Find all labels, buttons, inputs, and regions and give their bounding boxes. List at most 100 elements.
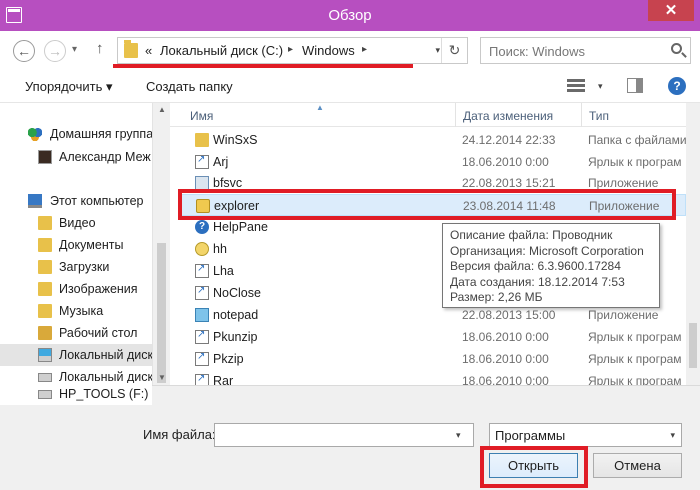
sidebar-item-label: Локальный диск [59,348,152,362]
sidebar-item-this-pc[interactable]: Этот компьютер [0,190,152,212]
tooltip-company: Организация: Microsoft Corporation [450,243,644,258]
sidebar-item-label: Загрузки [59,260,110,274]
tooltip-size: Размер: 2,26 МБ [450,290,543,304]
annotation-underline [113,64,413,68]
file-type: Ярлык к програм [588,155,682,169]
notepad-icon [195,308,209,322]
breadcrumb-separator-icon[interactable]: ▸ [288,44,293,55]
file-row[interactable]: Pkzip 18.06.2010 0:00 Ярлык к програм [180,348,686,370]
forward-button[interactable]: → [44,40,66,62]
column-type[interactable]: Тип [589,109,609,123]
file-row[interactable]: Pkunzip 18.06.2010 0:00 Ярлык к програм [180,326,686,348]
file-type: Папка с файлами [588,133,686,147]
title-bar: Обзор ✕ [0,0,700,31]
column-divider[interactable] [581,103,582,127]
sidebar-item-label: Домашняя группа [50,127,152,141]
preview-pane-icon[interactable] [627,78,643,93]
column-divider[interactable] [455,103,456,127]
file-date: 18.06.2010 0:00 [462,374,549,385]
up-button[interactable]: ↑ [96,40,104,57]
file-row[interactable]: Rar 18.06.2010 0:00 Ярлык к програм [180,370,686,385]
refresh-button[interactable]: ↻ [441,38,467,63]
file-name: HelpPane [213,220,268,234]
back-button[interactable]: ← [13,40,35,62]
sidebar-item-label: Видео [59,216,96,230]
sidebar-item-homegroup[interactable]: Домашняя группа [0,123,152,145]
file-list-scrollbar[interactable] [686,103,700,385]
filename-input[interactable] [214,423,474,447]
tooltip-created: Дата создания: 18.12.2014 7:53 [450,274,625,289]
file-type: Приложение [588,176,659,190]
file-type: Приложение [588,308,659,322]
tooltip-description: Описание файла: Проводник [450,228,613,242]
file-name: NoClose [213,286,261,300]
sidebar-item-local-disk-c[interactable]: Локальный диск [0,344,152,366]
help-icon: ? [195,220,209,234]
column-name[interactable]: Имя [190,109,213,123]
breadcrumb-windows[interactable]: Windows [302,43,355,58]
view-dropdown-icon[interactable]: ▾ [598,81,603,92]
breadcrumb-separator-icon[interactable]: ▸ [362,44,367,55]
view-icon[interactable] [567,79,585,93]
close-button[interactable]: ✕ [648,0,694,21]
sidebar-item-video[interactable]: Видео [0,212,152,234]
sidebar-item-label: Музыка [59,304,104,318]
file-type-filter-value: Программы [495,428,566,443]
breadcrumb-overflow[interactable]: « [145,43,152,58]
address-bar[interactable]: « Локальный диск (C:) ▸ Windows ▸ ▾ ↻ [117,37,468,64]
file-name: Pkzip [213,352,244,366]
desktop-folder-icon [38,326,52,340]
file-date: 22.08.2013 15:21 [462,176,556,190]
chevron-down-icon[interactable]: ▾ [670,430,675,441]
cancel-button[interactable]: Отмена [593,453,682,478]
file-row[interactable]: WinSxS 24.12.2014 22:33 Папка с файлами [180,129,686,151]
sidebar-item-music[interactable]: Музыка [0,300,152,322]
scroll-up-icon[interactable]: ▲ [153,105,171,114]
new-folder-button[interactable]: Создать папку [146,79,233,94]
drive-icon [38,348,52,362]
hh-icon [195,242,209,256]
search-icon[interactable] [671,43,682,54]
folder-icon [195,133,209,147]
filename-dropdown-icon[interactable]: ▾ [456,430,461,441]
file-name: WinSxS [213,133,258,147]
breadcrumb-local-disk[interactable]: Локальный диск (C:) [160,43,283,58]
annotation-box [178,189,676,220]
folder-icon [124,40,138,58]
sidebar-item-label: Александр Меж [59,150,151,164]
file-name: notepad [213,308,259,322]
file-date: 18.06.2010 0:00 [462,330,549,344]
shortcut-icon [195,329,209,344]
file-row[interactable]: Arj 18.06.2010 0:00 Ярлык к програм [180,151,686,173]
help-icon[interactable]: ? [668,77,686,95]
search-box[interactable]: Поиск: Windows [480,37,691,64]
file-date: 22.08.2013 15:00 [462,308,556,322]
sidebar-item-documents[interactable]: Документы [0,234,152,256]
sidebar-item-pictures[interactable]: Изображения [0,278,152,300]
file-name: Pkunzip [213,330,258,344]
scroll-thumb[interactable] [157,243,166,383]
scroll-thumb[interactable] [689,323,697,368]
file-type-filter[interactable]: Программы ▾ [489,423,682,447]
sidebar-item-user[interactable]: Александр Меж [0,146,152,168]
sidebar-scrollbar[interactable]: ▲ ▼ [152,103,170,385]
column-header: ▲ Имя Дата изменения Тип [170,103,686,127]
scroll-down-icon[interactable]: ▼ [153,373,171,382]
file-name: Lha [213,264,234,278]
recent-locations-button[interactable]: ▾ [72,44,77,55]
file-date: 24.12.2014 22:33 [462,133,556,147]
sidebar-item-label: Изображения [59,282,138,296]
sidebar-item-label: Рабочий стол [59,326,138,340]
column-date[interactable]: Дата изменения [463,109,553,123]
tooltip-version: Версия файла: 6.3.9600.17284 [450,259,621,273]
sidebar-item-label: HP_TOOLS (F:) [59,387,149,401]
address-dropdown-icon[interactable]: ▾ [435,45,440,56]
sidebar-item-downloads[interactable]: Загрузки [0,256,152,278]
sidebar-item-desktop[interactable]: Рабочий стол [0,322,152,344]
shortcut-icon [195,154,209,169]
organize-button[interactable]: Упорядочить ▾ [25,79,113,95]
drive-icon [38,390,52,399]
file-date: 18.06.2010 0:00 [462,155,549,169]
sidebar-item-hp-tools[interactable]: HP_TOOLS (F:) [0,383,152,405]
shortcut-icon [195,351,209,366]
